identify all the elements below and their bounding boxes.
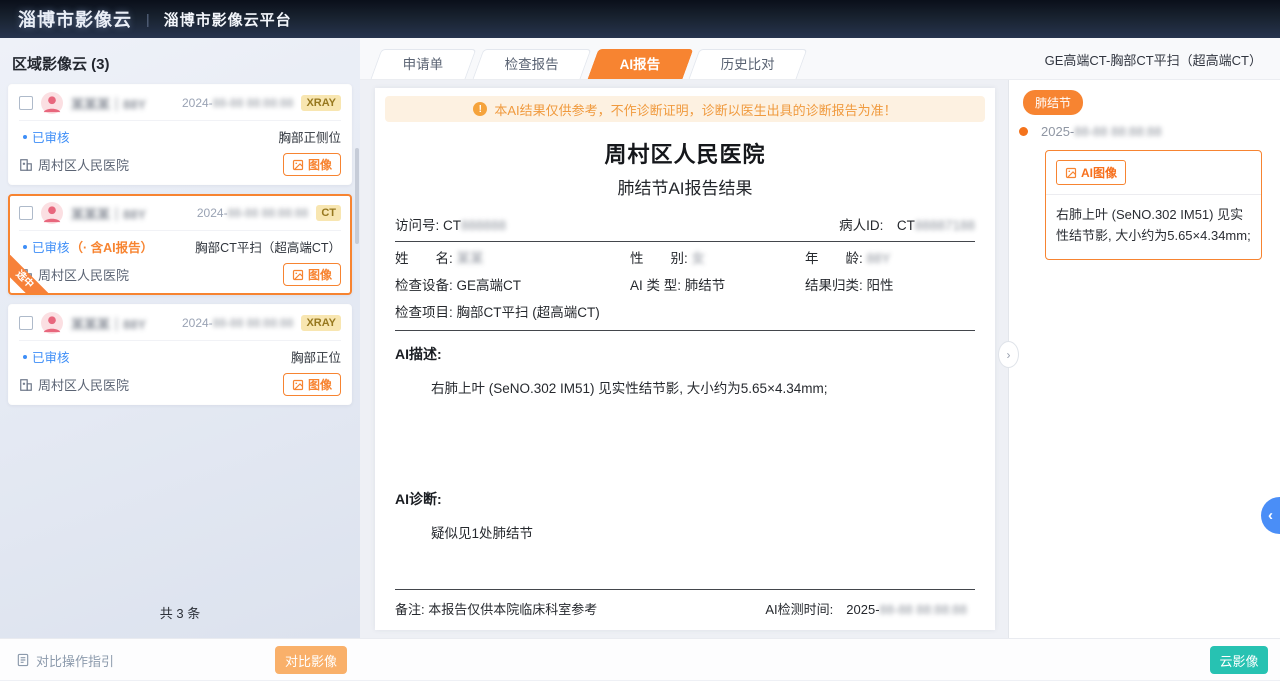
ai-description-text: 右肺上叶 (SeNO.302 IM51) 见实性结节影, 大小约为5.65×4.… (431, 377, 975, 397)
compare-guide-link[interactable]: 对比操作指引 (16, 639, 114, 681)
bottom-bar: 对比操作指引 对比影像 云影像 (0, 638, 1280, 680)
patient-name: 某某某｜88Y (71, 314, 146, 333)
field-device: 检查设备: GE高端CT (395, 272, 630, 299)
exam-name: 胸部CT平扫（超高端CT） (195, 237, 341, 256)
exam-name: 胸部正位 (291, 347, 341, 366)
image-icon (292, 269, 304, 281)
status-reviewed: 已审核 (32, 237, 70, 256)
report-subtitle: 肺结节AI报告结果 (375, 174, 995, 199)
field-name: 姓 名: 某某 (395, 245, 630, 272)
ai-diagnosis-label: AI诊断: (395, 489, 975, 509)
open-image-button[interactable]: 图像 (283, 373, 341, 396)
timeline-dot-icon (1019, 127, 1028, 136)
tab-exam-report[interactable]: 检查报告 (472, 49, 591, 79)
tab-bar: 申请单 检查报告 AI报告 历史比对 GE高端CT-胸部CT平扫（超高端CT） (360, 38, 1280, 80)
study-checkbox[interactable] (19, 96, 33, 110)
field-exam-item: 检查项目: 胸部CT平扫 (超高端CT) (395, 299, 600, 326)
nodule-timeline-item: 2025-88-88 88:88:88 (1019, 124, 1280, 139)
study-datetime: 2024-88-88 88:88:88 (197, 206, 308, 220)
hospital-name: 周村区人民医院 (38, 265, 129, 284)
status-dot-icon (23, 135, 27, 139)
patient-avatar (41, 92, 63, 114)
status-dot-icon (23, 245, 27, 249)
field-ai-type: AI 类 型: 肺结节 (630, 272, 805, 299)
study-card[interactable]: 某某某｜88Y 2024-88-88 88:88:88 XRAY 已审核 胸部正… (8, 304, 352, 405)
report-hospital-title: 周村区人民医院 (375, 137, 995, 169)
status-reviewed: 已审核 (32, 347, 70, 366)
ai-description-label: AI描述: (395, 344, 975, 364)
study-checkbox[interactable] (19, 316, 33, 330)
nodule-finding-text: 右肺上叶 (SeNO.302 IM51) 见实性结节影, 大小约为5.65×4.… (1056, 204, 1251, 247)
nodule-datetime: 2025-88-88 88:88:88 (1041, 124, 1162, 139)
open-image-button[interactable]: 图像 (283, 153, 341, 176)
tab-ai-report[interactable]: AI报告 (587, 49, 692, 79)
hospital-icon (19, 158, 33, 172)
ai-disclaimer-banner: ! 本AI结果仅供参考，不作诊断证明，诊断以医生出具的诊断报告为准！ (385, 96, 985, 122)
hospital-icon (19, 378, 33, 392)
study-card[interactable]: 某某某｜88Y 2024-88-88 88:88:88 XRAY 已审核 胸部正… (8, 84, 352, 185)
ai-report-tag: （· 含AI报告） (71, 237, 154, 256)
patient-name: 某某某｜88Y (71, 94, 146, 113)
divider (1046, 194, 1261, 195)
image-icon (292, 379, 304, 391)
ai-diagnosis-section: AI诊断: 疑似见1处肺结节 (395, 489, 975, 542)
visit-no: 访问号: CT888888 (395, 214, 506, 234)
image-icon (292, 159, 304, 171)
sidebar-title: 区域影像云 (3) (0, 38, 360, 84)
ai-image-button[interactable]: AI图像 (1056, 160, 1126, 185)
compare-images-button[interactable]: 对比影像 (275, 646, 347, 674)
tab-application-form[interactable]: 申请单 (371, 49, 476, 79)
sidebar-scrollbar[interactable] (355, 148, 359, 244)
patient-avatar (41, 312, 63, 334)
hospital-name: 周村区人民医院 (38, 155, 129, 174)
guide-icon (16, 653, 30, 667)
report-footer: 备注: 本报告仅供本院临床科室参考 AI检测时间: 2025-88-88 88:… (395, 589, 975, 618)
exam-name: 胸部正侧位 (278, 127, 341, 146)
patient-info-block: 访问号: CT888888 病人ID: CT88887188 姓 名: 某某 性… (395, 214, 975, 331)
platform-title: 淄博市影像云平台 (164, 9, 292, 30)
brand-logo: 淄博市影像云 (18, 6, 132, 32)
study-datetime: 2024-88-88 88:88:88 (182, 316, 293, 330)
study-checkbox[interactable] (19, 206, 33, 220)
study-list-sidebar: 区域影像云 (3) 某某某｜88Y 2024-88-88 88:88:88 XR… (0, 38, 360, 638)
nodule-panel: 肺结节 2025-88-88 88:88:88 AI图像 右肺上叶 (SeNO.… (1009, 80, 1280, 638)
image-icon (1065, 167, 1077, 179)
field-age: 年 龄: 88Y (805, 245, 975, 272)
disclaimer-text: 本AI结果仅供参考，不作诊断证明，诊断以医生出具的诊断报告为准！ (494, 100, 896, 119)
field-result-class: 结果归类: 阳性 (805, 272, 975, 299)
ai-report-page: ! 本AI结果仅供参考，不作诊断证明，诊断以医生出具的诊断报告为准！ 周村区人民… (375, 88, 995, 630)
cloud-image-button[interactable]: 云影像 (1210, 646, 1268, 674)
chevron-right-icon[interactable]: › (998, 341, 1019, 368)
report-note: 备注: 本报告仅供本院临床科室参考 (395, 599, 597, 618)
warning-icon: ! (473, 102, 487, 116)
ai-diagnosis-text: 疑似见1处肺结节 (431, 522, 975, 542)
field-gender: 性 别: 女 (630, 245, 805, 272)
study-datetime: 2024-88-88 88:88:88 (182, 96, 293, 110)
brand-separator: | (146, 11, 150, 27)
total-count: 共 3 条 (0, 603, 360, 622)
app-header: 淄博市影像云 | 淄博市影像云平台 (0, 0, 1280, 38)
patient-name: 某某某｜88Y (71, 204, 146, 223)
status-dot-icon (23, 355, 27, 359)
modality-badge: XRAY (301, 95, 341, 111)
status-reviewed: 已审核 (32, 127, 70, 146)
patient-avatar (41, 202, 63, 224)
ai-description-section: AI描述: 右肺上叶 (SeNO.302 IM51) 见实性结节影, 大小约为5… (395, 344, 975, 397)
tab-history-compare[interactable]: 历史比对 (689, 49, 808, 79)
study-card-selected[interactable]: 某某某｜88Y 2024-88-88 88:88:88 CT 已审核 （· 含A… (8, 194, 352, 295)
divider (395, 330, 975, 331)
open-image-button[interactable]: 图像 (283, 263, 341, 286)
nodule-finding-card[interactable]: AI图像 右肺上叶 (SeNO.302 IM51) 见实性结节影, 大小约为5.… (1045, 150, 1262, 260)
ai-detect-time: AI检测时间: 2025-88-88 88:88:88 (765, 599, 967, 618)
modality-badge: XRAY (301, 315, 341, 331)
patient-id: 病人ID: CT88887188 (839, 214, 975, 234)
hospital-name: 周村区人民医院 (38, 375, 129, 394)
exam-title: GE高端CT-胸部CT平扫（超高端CT） (1045, 38, 1262, 80)
modality-badge: CT (316, 205, 341, 221)
nodule-type-badge: 肺结节 (1023, 90, 1083, 115)
